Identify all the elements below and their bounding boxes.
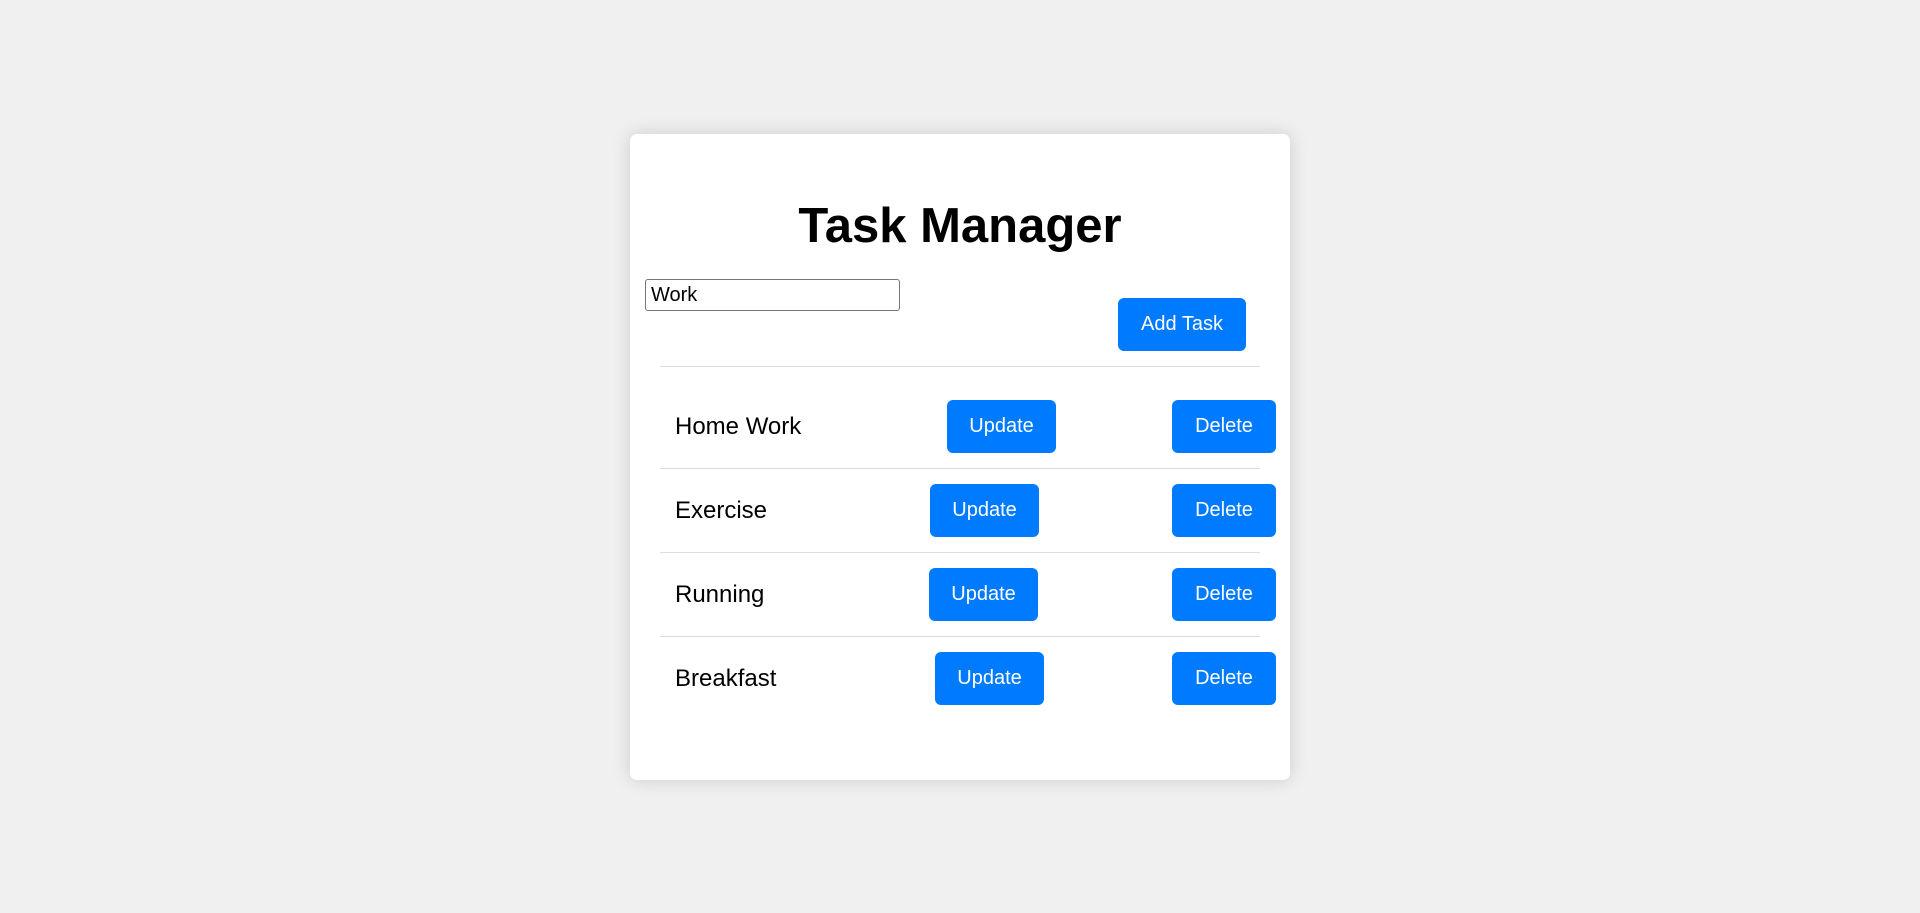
task-item: Breakfast Update Delete [660, 637, 1276, 721]
update-task-button[interactable]: Update [935, 652, 1044, 705]
delete-task-button[interactable]: Delete [1172, 400, 1276, 453]
task-item: Running Update Delete [660, 553, 1276, 637]
delete-task-button[interactable]: Delete [1172, 652, 1276, 705]
update-task-button[interactable]: Update [930, 484, 1039, 537]
page-title: Task Manager [798, 199, 1122, 253]
task-item: Exercise Update Delete [660, 469, 1276, 553]
task-input[interactable] [645, 279, 900, 311]
task-item: Home Work Update Delete [660, 385, 1276, 469]
task-manager-card: Task Manager Add Task Home Work Update D… [630, 134, 1290, 780]
task-label: Home Work [675, 413, 802, 440]
task-label: Breakfast [675, 665, 777, 692]
update-task-button[interactable]: Update [929, 568, 1038, 621]
delete-task-button[interactable]: Delete [1172, 484, 1276, 537]
delete-task-button[interactable]: Delete [1172, 568, 1276, 621]
task-list: Home Work Update Delete Exercise Update … [660, 385, 1276, 721]
task-label: Running [675, 581, 765, 608]
update-task-button[interactable]: Update [947, 400, 1056, 453]
add-task-button[interactable]: Add Task [1118, 298, 1246, 351]
task-label: Exercise [675, 497, 768, 524]
